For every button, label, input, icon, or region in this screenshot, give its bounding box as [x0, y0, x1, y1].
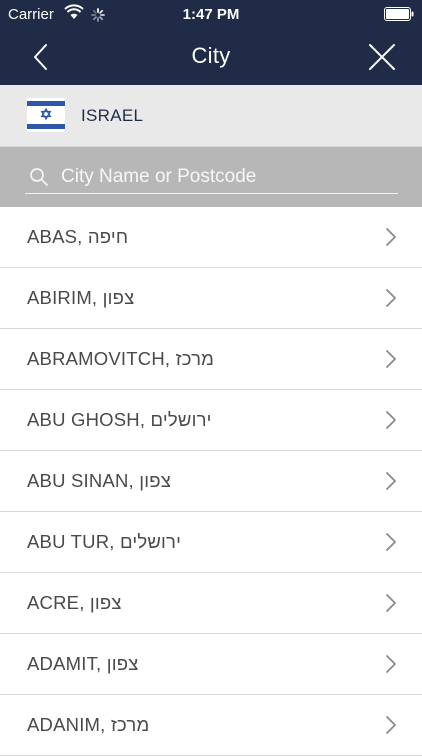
- city-label: ACRE, צפון: [27, 592, 122, 613]
- chevron-right-icon: [384, 593, 398, 618]
- city-label: ABIRIM, צפון: [27, 287, 135, 308]
- city-label: ADANIM, מרכז: [27, 714, 150, 735]
- city-label: ABU GHOSH, ירושלים: [27, 409, 212, 430]
- status-bar: Carrier 1:47 PM: [0, 0, 422, 30]
- battery-icon: [384, 7, 414, 25]
- list-item[interactable]: ABRAMOVITCH, מרכז: [0, 329, 422, 390]
- list-item[interactable]: ADANIM, מרכז: [0, 695, 422, 756]
- israel-flag-icon: [27, 98, 65, 132]
- chevron-right-icon: [384, 654, 398, 679]
- search-area: [0, 147, 422, 207]
- city-label: ADAMIT, צפון: [27, 653, 139, 674]
- chevron-right-icon: [384, 715, 398, 740]
- close-icon: [369, 44, 395, 70]
- search-field[interactable]: [25, 163, 398, 194]
- chevron-right-icon: [384, 410, 398, 435]
- city-label: ABAS, חיפה: [27, 226, 129, 247]
- chevron-right-icon: [384, 227, 398, 252]
- list-item[interactable]: ABIRIM, צפון: [0, 268, 422, 329]
- city-label: ABU SINAN, צפון: [27, 470, 171, 491]
- list-item[interactable]: ABAS, חיפה: [0, 207, 422, 268]
- list-item[interactable]: ADAMIT, צפון: [0, 634, 422, 695]
- status-time: 1:47 PM: [182, 6, 240, 23]
- list-item[interactable]: ABU TUR, ירושלים: [0, 512, 422, 573]
- city-list: ABAS, חיפה ABIRIM, צפון ABRAMOVITCH, מרכז A…: [0, 207, 422, 756]
- chevron-right-icon: [384, 288, 398, 313]
- country-name: ISRAEL: [81, 106, 144, 125]
- chevron-right-icon: [384, 349, 398, 374]
- city-label: ABRAMOVITCH, מרכז: [27, 348, 215, 369]
- nav-bar: City: [0, 30, 422, 85]
- search-input[interactable]: [61, 163, 398, 191]
- city-label: ABU TUR, ירושלים: [27, 531, 182, 552]
- list-item[interactable]: ACRE, צפון: [0, 573, 422, 634]
- list-item[interactable]: ABU SINAN, צפון: [0, 451, 422, 512]
- page-title: City: [191, 43, 231, 68]
- selected-country-row[interactable]: ISRAEL: [0, 85, 422, 147]
- chevron-right-icon: [384, 471, 398, 496]
- list-item[interactable]: ABU GHOSH, ירושלים: [0, 390, 422, 451]
- close-button[interactable]: [362, 40, 402, 76]
- chevron-right-icon: [384, 532, 398, 557]
- header: Carrier 1:47 PM City: [0, 0, 422, 85]
- search-icon: [29, 167, 49, 192]
